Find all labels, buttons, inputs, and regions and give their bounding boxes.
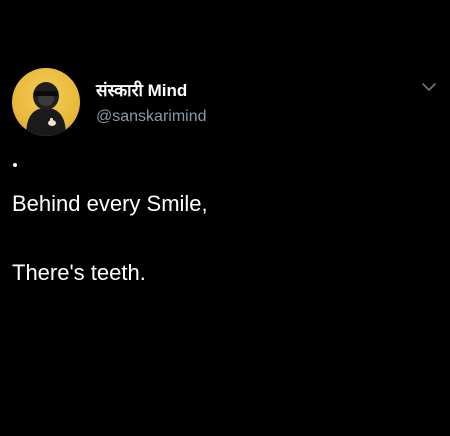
author-name-row[interactable]: संस्कारी Mind	[96, 77, 187, 101]
tweet-text-line-2: There's teeth.	[12, 260, 146, 285]
tweet-card: संस्कारी Mind @sanskarimind Behind every…	[0, 0, 450, 436]
author-handle[interactable]: @sanskarimind	[96, 108, 207, 126]
avatar[interactable]	[12, 68, 80, 136]
author-display-name[interactable]: संस्कारी Mind	[96, 78, 187, 101]
chevron-down-icon[interactable]	[420, 80, 438, 94]
separator-dot	[13, 163, 17, 167]
hooded-figure-avatar-icon	[26, 82, 66, 136]
tweet-text-line-1: Behind every Smile,	[12, 191, 208, 216]
